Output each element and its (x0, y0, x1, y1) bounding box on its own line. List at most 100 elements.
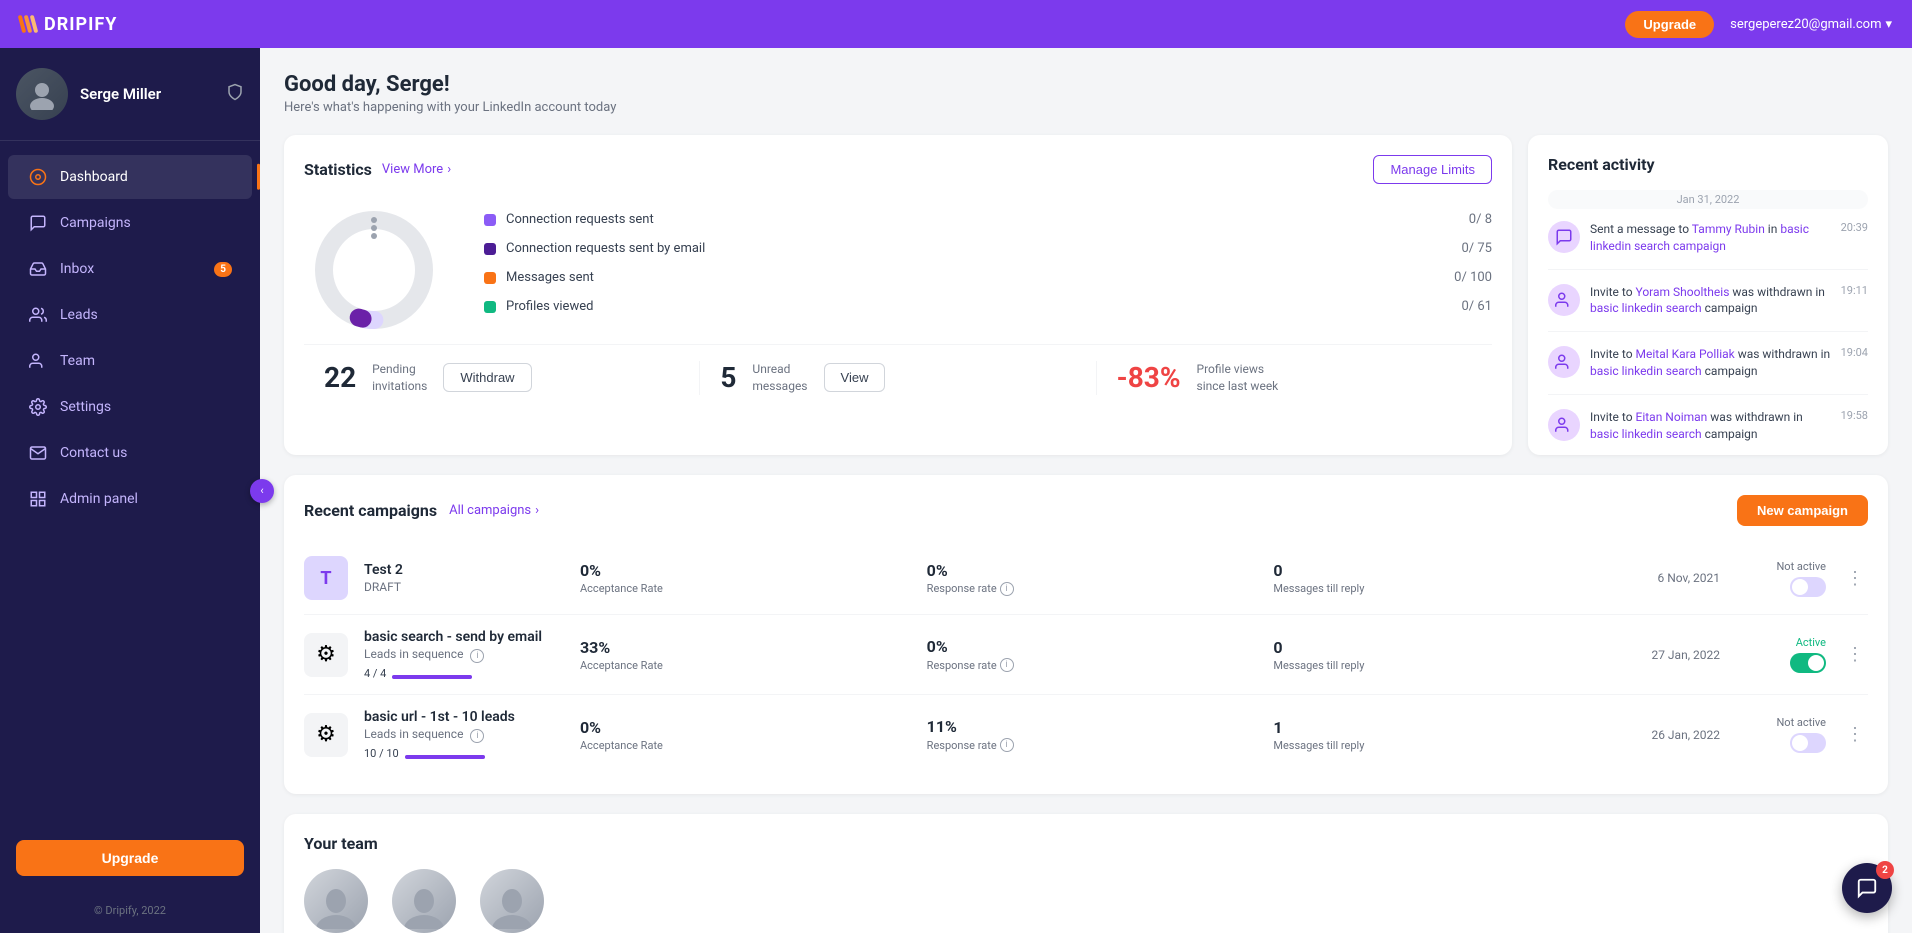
campaign-date-2: 27 Jan, 2022 (1620, 648, 1720, 662)
status-label-1: Not active (1736, 560, 1826, 573)
sidebar-collapse-button[interactable]: ‹ (250, 479, 274, 503)
chevron-right-icon: › (447, 162, 451, 177)
statistics-header: Statistics View More › Manage Limits (304, 155, 1492, 184)
inbox-icon (28, 259, 48, 279)
info-icon-4[interactable]: i (470, 729, 484, 743)
campaign-more-2[interactable]: ⋮ (1842, 640, 1868, 669)
inbox-badge: 5 (214, 262, 232, 277)
profile-name: Serge Miller (80, 85, 161, 103)
metric-unread-label: Unreadmessages (752, 361, 807, 395)
donut-chart (304, 200, 444, 340)
sidebar-item-dashboard[interactable]: Dashboard (8, 155, 252, 199)
campaign-name-basic-url: basic url - 1st - 10 leads (364, 709, 564, 725)
statistics-body: Connection requests sent 0/ 8 Connection… (304, 200, 1492, 340)
sidebar-item-team[interactable]: Team (8, 339, 252, 383)
sidebar-item-leads[interactable]: Leads (8, 293, 252, 337)
legend-value-4: 0/ 61 (1461, 299, 1492, 314)
activity-avatar-2 (1548, 284, 1580, 316)
chat-bubble[interactable]: 2 (1842, 863, 1892, 913)
user-email[interactable]: sergeperez20@gmail.com ▾ (1730, 17, 1892, 32)
activity-avatar-1 (1548, 221, 1580, 253)
campaign-stat-response-3: 11% Response rate i (927, 717, 1258, 752)
legend-dot-3 (484, 272, 496, 284)
avatar-image (16, 68, 68, 120)
campaign-progress-bar-2 (392, 675, 472, 679)
sidebar-footer: © Dripify, 2022 (0, 896, 260, 933)
sidebar-item-campaigns[interactable]: Campaigns (8, 201, 252, 245)
campaign-name-basic-email: basic search - send by email (364, 629, 564, 645)
team-avatar-2 (392, 869, 456, 933)
info-icon-2[interactable]: i (470, 649, 484, 663)
sidebar-item-inbox[interactable]: Inbox 5 (8, 247, 252, 291)
sidebar-item-admin-panel[interactable]: Admin panel (8, 477, 252, 521)
manage-limits-button[interactable]: Manage Limits (1373, 155, 1492, 184)
legend-dot-1 (484, 214, 496, 226)
campaign-more-1[interactable]: ⋮ (1842, 564, 1868, 593)
settings-icon (28, 397, 48, 417)
legend-value-1: 0/ 8 (1469, 212, 1492, 227)
sidebar: Serge Miller Dashboard (0, 48, 260, 933)
recent-activity-card: Recent activity Jan 31, 2022 Sent a mess… (1528, 135, 1888, 455)
team-member-3 (480, 869, 544, 933)
sidebar-label-admin-panel: Admin panel (60, 491, 138, 507)
campaigns-header: Recent campaigns All campaigns › New cam… (304, 495, 1868, 526)
sidebar-label-leads: Leads (60, 307, 98, 323)
logo: DRIPIFY (20, 14, 117, 35)
legend-item: Profiles viewed 0/ 61 (484, 299, 1492, 314)
upgrade-button-sidebar[interactable]: Upgrade (16, 840, 244, 876)
activity-item-1: Sent a message to Tammy Rubin in basic l… (1548, 221, 1868, 270)
metric-profile-views: -83% Profile viewssince last week (1097, 361, 1492, 395)
legend-label-1: Connection requests sent (506, 212, 654, 227)
new-campaign-button[interactable]: New campaign (1737, 495, 1868, 526)
all-campaigns-link[interactable]: All campaigns › (449, 503, 539, 518)
campaign-progress-bar-3 (405, 755, 485, 759)
campaign-progress-3 (405, 755, 485, 759)
legend-item: Connection requests sent 0/ 8 (484, 212, 1492, 227)
campaign-status-2: Active (1736, 636, 1826, 673)
campaign-icon-basic-url: ⚙ (304, 713, 348, 757)
activity-item-3: Invite to Meital Kara Polliak was withdr… (1548, 346, 1868, 395)
greeting-subtext: Here's what's happening with your Linked… (284, 100, 1888, 115)
campaign-subtitle-basic-url: Leads in sequence i (364, 727, 564, 743)
team-member-2 (392, 869, 456, 933)
campaign-info-test2: Test 2 DRAFT (364, 562, 564, 594)
chat-badge: 2 (1876, 861, 1894, 879)
sidebar-label-inbox: Inbox (60, 261, 94, 277)
campaign-toggle-1[interactable] (1790, 577, 1826, 597)
campaign-toggle-2[interactable] (1790, 653, 1826, 673)
avatar (16, 68, 68, 120)
campaign-stat-acceptance-2: 33% Acceptance Rate (580, 638, 911, 672)
view-button[interactable]: View (824, 363, 886, 392)
legend-value-2: 0/ 75 (1461, 241, 1492, 256)
info-icon-3[interactable]: i (1000, 658, 1014, 672)
sidebar-item-contact-us[interactable]: Contact us (8, 431, 252, 475)
sidebar-label-settings: Settings (60, 399, 111, 415)
campaign-more-3[interactable]: ⋮ (1842, 720, 1868, 749)
upgrade-button-top[interactable]: Upgrade (1625, 11, 1714, 38)
campaign-row-basic-email: ⚙ basic search - send by email Leads in … (304, 615, 1868, 695)
info-icon[interactable]: i (1000, 582, 1014, 596)
team-avatars (304, 869, 1868, 933)
campaign-stat-response-1: 0% Response rate i (927, 561, 1258, 596)
view-more-link[interactable]: View More › (382, 162, 451, 177)
sidebar-label-campaigns: Campaigns (60, 215, 131, 231)
withdraw-button[interactable]: Withdraw (443, 363, 531, 392)
campaign-toggle-3[interactable] (1790, 733, 1826, 753)
sidebar-label-team: Team (60, 353, 95, 369)
campaign-stat-acceptance-1: 0% Acceptance Rate (580, 561, 911, 595)
main-content: Good day, Serge! Here's what's happening… (260, 48, 1912, 933)
legend-label-3: Messages sent (506, 270, 594, 285)
campaign-date-1: 6 Nov, 2021 (1620, 571, 1720, 585)
activity-text-4: Invite to Eitan Noiman was withdrawn in … (1590, 409, 1831, 443)
statistics-title: Statistics (304, 160, 372, 179)
campaign-row-basic-url: ⚙ basic url - 1st - 10 leads Leads in se… (304, 695, 1868, 774)
campaign-stat-response-2: 0% Response rate i (927, 637, 1258, 672)
sidebar-item-settings[interactable]: Settings (8, 385, 252, 429)
activity-avatar-3 (1548, 346, 1580, 378)
metric-views-value: -83% (1117, 361, 1181, 394)
chevron-right-icon: › (535, 503, 539, 518)
statistics-card: Statistics View More › Manage Limits (284, 135, 1512, 455)
campaign-row-test2: T Test 2 DRAFT 0% Acceptance Rate 0% Res… (304, 542, 1868, 615)
legend-value-3: 0/ 100 (1454, 270, 1492, 285)
info-icon-5[interactable]: i (1000, 738, 1014, 752)
